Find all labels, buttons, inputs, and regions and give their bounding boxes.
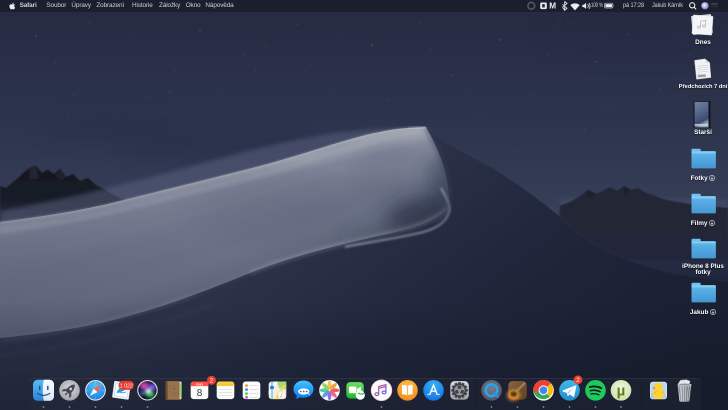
svg-text:2: 2 [576, 377, 580, 384]
svg-text:ÚNO: ÚNO [196, 381, 203, 386]
svg-text:1 022: 1 022 [120, 383, 133, 389]
svg-text:8: 8 [197, 388, 203, 399]
svg-text:µ: µ [617, 383, 626, 400]
svg-text:M: M [549, 2, 556, 11]
svg-text:2: 2 [210, 378, 214, 385]
